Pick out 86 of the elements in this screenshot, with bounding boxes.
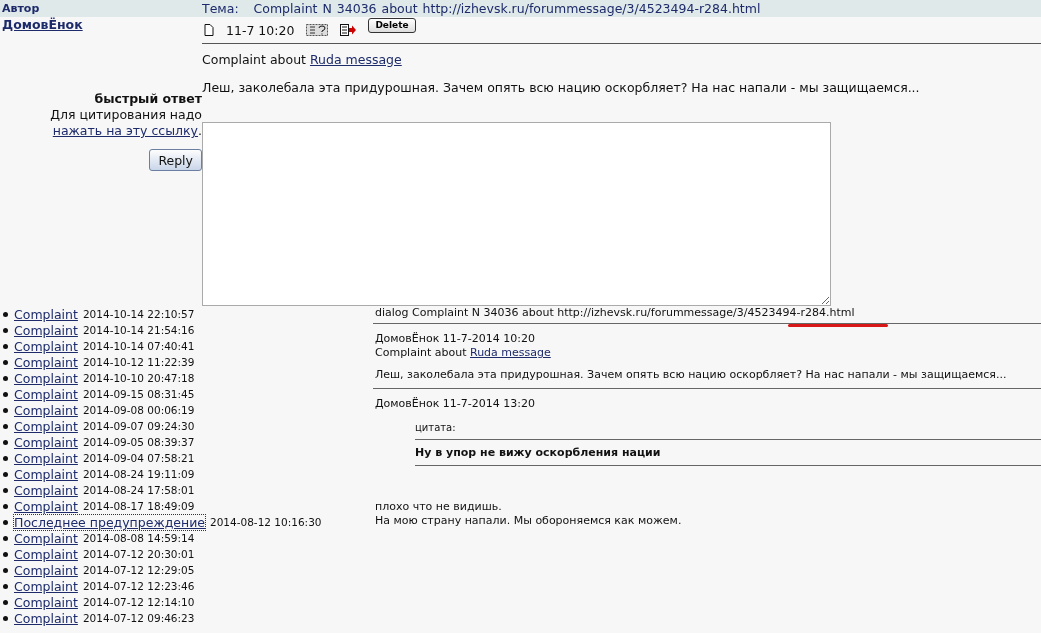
complaint-time: 2014-09-08 00:06:19 <box>82 404 195 416</box>
complaint-time: 2014-10-14 07:40:41 <box>82 340 195 352</box>
complaint-time: 2014-07-12 12:29:05 <box>82 564 195 576</box>
complaint-link[interactable]: Complaint <box>14 498 78 514</box>
complaint-time: 2014-07-12 09:46:23 <box>82 612 195 624</box>
quote-hint: Для цитирования надо <box>50 107 202 123</box>
author-label: Автор <box>1 2 41 15</box>
topic-title: Тема: Complaint N 34036 about http://izhevsk.ru/forummessage/3/4523494-r284.html <box>202 1 762 16</box>
document-arrow-icon[interactable] <box>340 24 357 36</box>
bullet-icon <box>3 487 8 493</box>
message-link[interactable]: Ruda message <box>470 346 551 359</box>
bullet-icon <box>3 327 8 333</box>
quote-link[interactable]: нажать на эту ссылку <box>52 123 198 138</box>
complaint-time: 2014-10-12 11:22:39 <box>82 356 195 368</box>
complaint-time: 2014-08-12 10:16:30 <box>210 516 322 528</box>
complaint-time: 2014-10-14 21:54:16 <box>82 324 195 336</box>
quote-hint-link-line: нажать на эту ссылку. <box>52 123 202 139</box>
bullet-icon <box>3 375 8 381</box>
complaint-time: 2014-08-24 17:58:01 <box>82 484 195 496</box>
complaint-time: 2014-08-24 19:11:09 <box>82 468 195 480</box>
bullet-icon <box>3 311 8 317</box>
bullet-icon <box>3 583 8 589</box>
complaint-link[interactable]: Complaint <box>14 306 78 322</box>
complaint-link[interactable]: Complaint <box>14 370 78 386</box>
complaint-time: 2014-08-08 14:59:14 <box>82 532 195 544</box>
complaint-text: Complaint about Ruda message <box>375 346 552 360</box>
bullet-icon <box>3 391 8 397</box>
complaint-link[interactable]: Complaint <box>14 338 78 354</box>
complaint-link[interactable]: Complaint <box>14 450 78 466</box>
post-time: 11-7 10:20 <box>226 22 295 38</box>
bullet-icon <box>3 471 8 477</box>
author-link[interactable]: ДомовЁнок <box>0 17 202 33</box>
question-icon[interactable] <box>306 24 329 36</box>
bullet-icon <box>3 343 8 349</box>
bullet-icon <box>3 567 8 573</box>
complaint-link[interactable]: Complaint <box>14 562 78 578</box>
complaint-link[interactable]: Последнее предупреждение <box>14 514 205 530</box>
complaint-link[interactable]: Complaint <box>14 578 78 594</box>
message-header: ДомовЁнок 11-7-2014 13:20 <box>375 397 536 411</box>
complaint-text: Complaint about Ruda message <box>202 52 403 68</box>
quote-text: Ну в упор не вижу оскорбления нации <box>415 440 1041 466</box>
complaint-link[interactable]: Complaint <box>14 354 78 370</box>
bullet-icon <box>3 615 8 621</box>
complaint-link[interactable]: Complaint <box>14 322 78 338</box>
complaint-link[interactable]: Complaint <box>14 530 78 546</box>
complaint-link[interactable]: Complaint <box>14 386 78 402</box>
complaint-link[interactable]: Complaint <box>14 610 78 626</box>
message-header: ДомовЁнок 11-7-2014 10:20 <box>375 332 536 346</box>
complaint-link[interactable]: Complaint <box>14 546 78 562</box>
complaint-time: 2014-09-15 08:31:45 <box>82 388 195 400</box>
bullet-icon <box>3 455 8 461</box>
complaint-time: 2014-08-17 18:49:09 <box>82 500 195 512</box>
document-icon[interactable] <box>204 24 214 36</box>
bullet-icon <box>3 599 8 605</box>
bullet-icon <box>3 359 8 365</box>
complaint-link[interactable]: Complaint <box>14 418 78 434</box>
complaint-time: 2014-07-12 20:30:01 <box>82 548 195 560</box>
complaint-time: 2014-10-10 20:47:18 <box>82 372 195 384</box>
bullet-icon <box>3 439 8 445</box>
dialog-title: dialog Complaint N 34036 about http://izhevsk.ru/forummessage/3/4523494-r284.html <box>373 306 1041 324</box>
bullet-icon <box>3 423 8 429</box>
complaint-link[interactable]: Complaint <box>14 482 78 498</box>
bullet-icon <box>3 503 8 509</box>
bullet-icon <box>3 407 8 413</box>
post-text: Леш, заколебала эта придурошная. Зачем опять всю нацию оскорбляет? На нас напали - мы защищаемся... <box>202 80 921 96</box>
quick-reply-title: быстрый ответ <box>94 91 202 107</box>
bullet-icon <box>3 519 8 525</box>
complaint-link[interactable]: Complaint <box>14 402 78 418</box>
quote-label: цитата: <box>415 421 1041 440</box>
complaint-time: 2014-07-12 12:14:10 <box>82 596 195 608</box>
complaint-link[interactable]: Complaint <box>14 594 78 610</box>
complaint-time: 2014-07-12 12:23:46 <box>82 580 195 592</box>
complaint-time: 2014-10-14 22:10:57 <box>82 308 195 320</box>
message-text: Леш, заколебала эта придурошная. Зачем опять всю нацию оскорбляет? На нас напали - мы защищаемся... <box>375 368 1008 382</box>
message-text: На мою страну напали. Мы обороняемся как можем. <box>375 514 683 528</box>
reply-button[interactable]: Reply <box>149 149 202 171</box>
message-link[interactable]: Ruda message <box>309 52 402 67</box>
complaint-time: 2014-09-04 07:58:21 <box>82 452 195 464</box>
complaint-link[interactable]: Complaint <box>14 466 78 482</box>
bullet-icon <box>3 551 8 557</box>
complaint-link[interactable]: Complaint <box>14 434 78 450</box>
message-text: плохо что не видишь. <box>375 500 503 514</box>
complaint-time: 2014-09-07 09:24:30 <box>82 420 195 432</box>
bullet-icon <box>3 535 8 541</box>
delete-button[interactable]: Delete <box>368 17 416 33</box>
complaint-time: 2014-09-05 08:39:37 <box>82 436 195 448</box>
